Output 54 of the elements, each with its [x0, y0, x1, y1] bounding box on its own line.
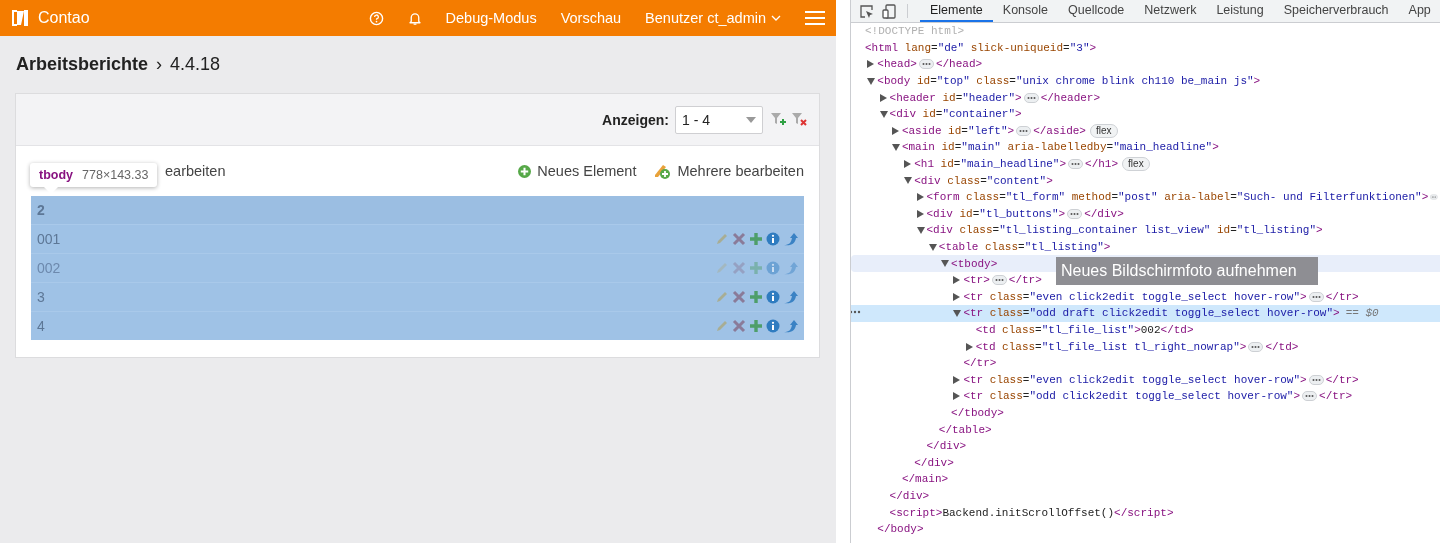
code-line: </tr> [963, 357, 997, 370]
code-line: <tr> [963, 274, 990, 287]
page-title: Arbeitsberichte [16, 54, 149, 75]
code-line: <header id="header"> [889, 91, 1022, 104]
code-line: </body> [877, 523, 924, 536]
code-line: <td class="tl_file_list tl_right_nowrap"> [975, 340, 1247, 353]
code-line: <form class="tl_form" method="post" aria-label="Such- und Filterfunktionen"> [926, 191, 1429, 204]
code-line: <div id="tl_buttons"> [926, 207, 1066, 220]
code-line: <main id="main" aria-labelledby="main_headline"> [901, 141, 1219, 154]
code-line: <tr class="odd draft click2edit toggle_select hover-row"> [963, 307, 1340, 320]
code-line: <div class="content"> [914, 174, 1053, 187]
console-reference: == $0 [1345, 307, 1379, 320]
code-line: <!DOCTYPE html> [865, 25, 965, 38]
code-line: <div id="container"> [889, 108, 1022, 121]
table-cell-text: 3 [37, 289, 46, 305]
code-line: <tr class="even click2edit toggle_select hover-row"> [963, 373, 1307, 386]
code-line: </tr> [1325, 290, 1359, 303]
code-line: <tr class="even click2edit toggle_select hover-row"> [963, 290, 1307, 303]
code-line: <aside id="left"> [901, 124, 1015, 137]
table-cell-text: 002 [37, 260, 62, 276]
code-line: </main> [901, 473, 949, 486]
code-line: </div> [889, 489, 930, 502]
code-line: </div> [1084, 207, 1124, 220]
table-cell-text: 001 [37, 231, 62, 247]
code-line: </tr> [1008, 274, 1042, 287]
table-cell-text: 4 [37, 318, 46, 334]
element-tag: tbody [39, 168, 74, 182]
code-line: </tr> [1325, 373, 1359, 386]
code-line: <h1 id="main_headline"> [914, 158, 1067, 171]
code-line: <td class="tl_file_list">002</td> [975, 324, 1194, 336]
code-line: </h1> [1085, 158, 1119, 171]
code-line: <table class="tl_listing"> [938, 241, 1111, 253]
code-line: </head> [935, 58, 983, 71]
code-line: </div> [926, 440, 967, 453]
code-line: <tbody> [951, 257, 998, 270]
code-line: </tbody> [951, 406, 1004, 419]
code-line: </td> [1265, 340, 1299, 353]
code-line: </table> [938, 423, 992, 436]
code-line: </header> [1040, 91, 1101, 104]
element-size: 778×143.33 [82, 168, 149, 182]
code-line: <tr class="odd click2edit toggle_select hover-row"> [963, 390, 1301, 403]
code-line: <script>Backend.initScrollOffset()</script> [889, 506, 1174, 519]
code-line: </aside> [1033, 124, 1086, 137]
screenshot-tooltip: Neues Bildschirmfoto aufnehmen [1056, 257, 1318, 285]
group-header: 2 [37, 202, 46, 218]
code-line: <html lang="de" slick-uniqueid="3"> [865, 41, 1097, 54]
code-line: </tr> [1319, 390, 1353, 403]
code-line: <div class="tl_listing_container list_view" id="tl_listing"> [926, 224, 1323, 237]
filter-label: Anzeigen: [602, 111, 669, 128]
code-line: <head> [877, 58, 917, 71]
code-line: </div> [914, 456, 954, 469]
breadcrumb-separator: › [156, 54, 163, 75]
code-line: <body id="top" class="unix chrome blink ch110 be_main js"> [877, 75, 1261, 88]
version-label: 4.4.18 [170, 54, 221, 75]
